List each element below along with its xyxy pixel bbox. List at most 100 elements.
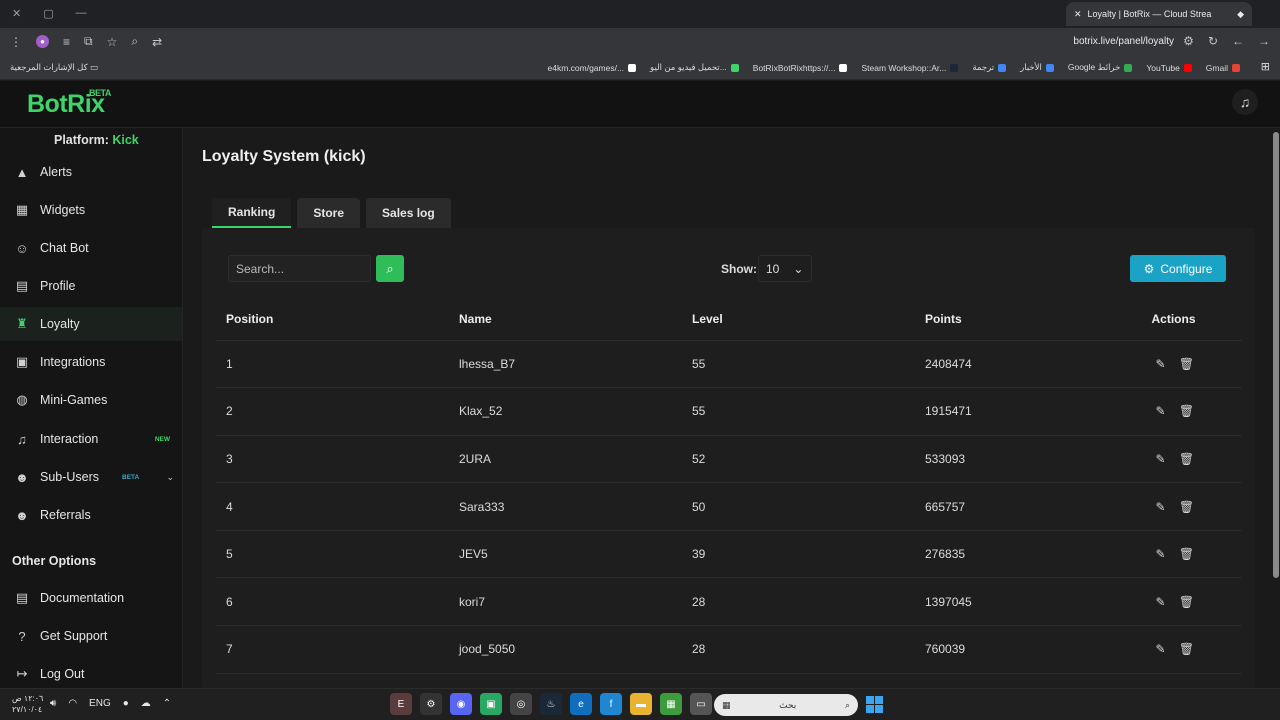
page-scrollbar[interactable] xyxy=(1272,128,1280,688)
volume-icon[interactable]: 🔊︎ xyxy=(50,698,56,709)
sidebar-item-widgets[interactable]: ▦ Widgets xyxy=(0,193,182,227)
bookmark-item[interactable]: BotRixBotRixhttps://... xyxy=(753,62,848,73)
edge-icon[interactable]: e xyxy=(570,693,592,715)
tab-store[interactable]: Store xyxy=(297,198,361,228)
sidebar-item-referrals[interactable]: ☻ Referrals xyxy=(0,498,182,532)
bookmark-favicon-icon xyxy=(1124,63,1133,72)
sidebar-item-log-out[interactable]: ↦ Log Out xyxy=(0,657,182,691)
clock[interactable]: ١٢:٠٦ ص ٢٧/١٠/٠٤ xyxy=(12,693,43,715)
favicon-icon: ◆ xyxy=(1237,8,1244,19)
ranking-table: Position Name Level Points Actions 1 lhes… xyxy=(216,298,1242,674)
bookmark-star-icon[interactable]: ☆ xyxy=(107,35,118,49)
edit-icon[interactable]: ✎ xyxy=(1152,357,1170,371)
maximize-window-icon[interactable]: ▢ xyxy=(43,7,53,20)
windows-start-icon[interactable] xyxy=(866,696,883,713)
bookmark-item[interactable]: تحميل فيديو من اليو... xyxy=(650,62,739,73)
sidebar-item-profile[interactable]: ▤ Profile xyxy=(0,269,182,303)
browser-tab[interactable]: ✕ Loyalty | BotRix — Cloud Strea ◆ xyxy=(1066,2,1252,26)
edit-icon[interactable]: ✎ xyxy=(1152,547,1170,561)
bookmark-item[interactable]: YouTube xyxy=(1146,62,1192,73)
search-button[interactable]: ⌕ xyxy=(376,255,404,282)
wifi-icon[interactable]: ◠ xyxy=(68,698,77,709)
forward-icon[interactable]: → xyxy=(1258,34,1270,48)
sidebar-item-mini-games[interactable]: ◍ Mini-Games xyxy=(0,383,182,417)
tab-sales-log[interactable]: Sales log xyxy=(366,198,451,228)
sidebar-item-get-support[interactable]: ? Get Support xyxy=(0,619,182,653)
tray-expand-icon[interactable]: ⌃ xyxy=(163,698,171,709)
extensions-icon[interactable]: ⧉ xyxy=(84,34,93,49)
translate-icon[interactable]: ⇄ xyxy=(152,35,162,49)
close-window-icon[interactable]: ✕ xyxy=(12,7,21,20)
facebook-icon[interactable]: f xyxy=(600,693,622,715)
xbox-icon[interactable]: ▣ xyxy=(480,693,502,715)
bookmark-item[interactable]: Google خرائط xyxy=(1068,62,1133,73)
sidebar-item-alerts[interactable]: ▲ Alerts xyxy=(0,155,182,189)
cell-position: 7 xyxy=(216,625,449,674)
edit-icon[interactable]: ✎ xyxy=(1152,452,1170,466)
minecraft-icon[interactable]: ▦ xyxy=(660,693,682,715)
file-explorer-icon[interactable]: ▬ xyxy=(630,693,652,715)
bookmark-list: e4km.com/games/... تحميل فيديو من اليو...… xyxy=(548,62,1240,73)
bookmark-item[interactable]: الأخبار xyxy=(1020,62,1054,73)
discord-icon[interactable]: ◉ xyxy=(450,693,472,715)
trash-icon[interactable]: 🗑︎ xyxy=(1178,547,1196,561)
show-count-select[interactable]: 10 ⌄ xyxy=(758,255,812,282)
bookmark-favicon-icon xyxy=(1232,63,1240,72)
back-icon[interactable]: ← xyxy=(1232,34,1244,48)
cell-position: 4 xyxy=(216,482,449,531)
site-settings-icon[interactable]: ⚙ xyxy=(1183,34,1194,48)
sidebar-item-loyalty[interactable]: ♜ Loyalty xyxy=(0,307,182,341)
reload-icon[interactable]: ↻ xyxy=(1208,34,1218,48)
epic-games-icon[interactable]: E xyxy=(390,693,412,715)
edit-icon[interactable]: ✎ xyxy=(1152,595,1170,609)
user-avatar[interactable]: ♫ xyxy=(1232,89,1258,115)
cell-points: 1915471 xyxy=(915,387,1105,436)
menu-dots-icon[interactable]: ⋮ xyxy=(10,35,22,49)
chrome-icon[interactable]: ◎ xyxy=(510,693,532,715)
trash-icon[interactable]: 🗑︎ xyxy=(1178,642,1196,656)
tab-ranking[interactable]: Ranking xyxy=(212,198,292,228)
sidebar-item-integrations[interactable]: ▣ Integrations xyxy=(0,345,182,379)
cell-position: 5 xyxy=(216,530,449,579)
sidebar-item-interaction[interactable]: ♫ Interaction NEW xyxy=(0,422,182,456)
url-field[interactable]: botrix.live/panel/loyalty xyxy=(1073,36,1174,47)
all-bookmarks-button[interactable]: كل الإشارات المرجعية ▭ xyxy=(10,62,98,73)
edit-icon[interactable]: ✎ xyxy=(1152,404,1170,418)
scrollbar-thumb[interactable] xyxy=(1273,132,1279,578)
table-row: 4 Sara333 50 665757 ✎ 🗑︎ xyxy=(216,482,1242,531)
edit-icon[interactable]: ✎ xyxy=(1152,500,1170,514)
bookmark-item[interactable]: Gmail xyxy=(1206,62,1240,73)
window-app-icon[interactable]: ▭ xyxy=(690,693,712,715)
chevron-down-icon[interactable]: ⌄ xyxy=(166,472,174,483)
apps-grid-icon[interactable]: ⊞ xyxy=(1261,60,1270,73)
bookmark-item[interactable]: e4km.com/games/... xyxy=(548,62,637,73)
botrix-logo[interactable]: BotRix BETA xyxy=(27,88,111,119)
sidebar-item-documentation[interactable]: ▤ Documentation xyxy=(0,581,182,615)
trash-icon[interactable]: 🗑︎ xyxy=(1178,357,1196,371)
search-input[interactable] xyxy=(228,255,371,282)
zoom-icon[interactable]: ⌕ xyxy=(131,34,138,49)
main-content: Loyalty System (kick) Ranking Store Sale… xyxy=(184,128,1272,688)
bookmark-item[interactable]: Steam Workshop::Ar... xyxy=(861,62,959,73)
trash-icon[interactable]: 🗑︎ xyxy=(1178,500,1196,514)
trash-icon[interactable]: 🗑︎ xyxy=(1178,595,1196,609)
microphone-icon[interactable]: ● xyxy=(123,698,129,709)
trash-icon[interactable]: 🗑︎ xyxy=(1178,404,1196,418)
bookmark-item[interactable]: ترجمة xyxy=(972,62,1007,73)
close-tab-icon[interactable]: ✕ xyxy=(1074,9,1082,20)
sidebar-item-sub-users[interactable]: ☻ Sub-Users BETA ⌄ xyxy=(0,460,182,494)
profile-avatar-icon[interactable]: ● xyxy=(36,35,49,48)
steam-icon[interactable]: ♨ xyxy=(540,693,562,715)
cloud-icon[interactable]: ☁ xyxy=(141,698,151,709)
taskbar-apps: E ⚙ ◉ ▣ ◎ ♨ e f ▬ ▦ ▭ xyxy=(390,693,712,715)
sidebar-item-chat-bot[interactable]: ☺ Chat Bot xyxy=(0,231,182,265)
configure-button[interactable]: ⚙ Configure xyxy=(1130,255,1226,282)
reading-list-icon[interactable]: ≡ xyxy=(63,35,70,49)
trash-icon[interactable]: 🗑︎ xyxy=(1178,452,1196,466)
minimize-window-icon[interactable]: — xyxy=(76,7,87,20)
settings-app-icon[interactable]: ⚙ xyxy=(420,693,442,715)
cell-level: 55 xyxy=(682,340,915,389)
taskbar-search[interactable]: ▦ بحث ⌕ xyxy=(714,694,858,716)
language-indicator[interactable]: ENG xyxy=(89,698,111,709)
edit-icon[interactable]: ✎ xyxy=(1152,642,1170,656)
